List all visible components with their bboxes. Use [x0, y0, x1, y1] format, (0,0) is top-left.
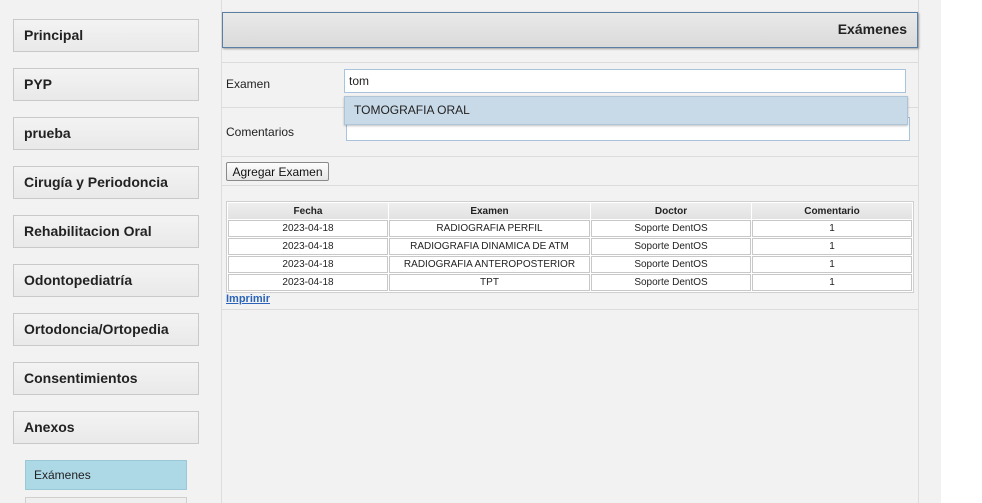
table-row: 2023-04-18 RADIOGRAFIA PERFIL Soporte De… [228, 220, 912, 237]
examen-input[interactable] [344, 69, 906, 93]
autocomplete-option[interactable]: TOMOGRAFIA ORAL [344, 96, 908, 125]
column-header-doctor: Doctor [591, 203, 751, 219]
table-row: 2023-04-18 TPT Soporte DentOS 1 [228, 274, 912, 291]
column-header-examen: Examen [389, 203, 590, 219]
sidebar-item-cirugia-periodoncia[interactable]: Cirugía y Periodoncia [13, 166, 199, 199]
cell-fecha: 2023-04-18 [228, 220, 388, 237]
cell-comentario: 1 [752, 274, 912, 291]
add-exam-button[interactable]: Agregar Examen [226, 162, 329, 181]
cell-comentario: 1 [752, 220, 912, 237]
table-header-row: Fecha Examen Doctor Comentario [228, 203, 912, 219]
sidebar-item-anexos[interactable]: Anexos [13, 411, 199, 444]
sidebar-item-rehabilitacion-oral[interactable]: Rehabilitacion Oral [13, 215, 199, 248]
cell-fecha: 2023-04-18 [228, 256, 388, 273]
sidebar-item-prueba[interactable]: prueba [13, 117, 199, 150]
table-row: 2023-04-18 RADIOGRAFIA DINAMICA DE ATM S… [228, 238, 912, 255]
cell-examen: RADIOGRAFIA ANTEROPOSTERIOR [389, 256, 590, 273]
cell-doctor: Soporte DentOS [591, 220, 751, 237]
page-title: Exámenes [222, 12, 918, 48]
divider [222, 185, 918, 186]
cell-examen: TPT [389, 274, 590, 291]
exams-table: Fecha Examen Doctor Comentario 2023-04-1… [226, 201, 914, 293]
cell-doctor: Soporte DentOS [591, 238, 751, 255]
sidebar-subitem-next[interactable] [25, 497, 187, 503]
cell-doctor: Soporte DentOS [591, 274, 751, 291]
comentarios-label: Comentarios [226, 125, 295, 139]
column-header-comentario: Comentario [752, 203, 912, 219]
cell-fecha: 2023-04-18 [228, 274, 388, 291]
cell-comentario: 1 [752, 238, 912, 255]
sidebar-item-ortodoncia-ortopedia[interactable]: Ortodoncia/Ortopedia [13, 313, 199, 346]
print-link[interactable]: Imprimir [226, 293, 270, 305]
divider [222, 309, 918, 310]
column-header-fecha: Fecha [228, 203, 388, 219]
divider [222, 156, 918, 157]
cell-doctor: Soporte DentOS [591, 256, 751, 273]
sidebar-item-pyp[interactable]: PYP [13, 68, 199, 101]
examen-label: Examen [226, 77, 271, 91]
divider [222, 62, 918, 63]
table-row: 2023-04-18 RADIOGRAFIA ANTEROPOSTERIOR S… [228, 256, 912, 273]
sidebar-item-consentimientos[interactable]: Consentimientos [13, 362, 199, 395]
cell-fecha: 2023-04-18 [228, 238, 388, 255]
right-margin [941, 0, 982, 503]
cell-examen: RADIOGRAFIA PERFIL [389, 220, 590, 237]
cell-comentario: 1 [752, 256, 912, 273]
sidebar-subitem-examenes[interactable]: Exámenes [25, 460, 187, 490]
cell-examen: RADIOGRAFIA DINAMICA DE ATM [389, 238, 590, 255]
sidebar-item-odontopediatria[interactable]: Odontopediatría [13, 264, 199, 297]
sidebar-item-principal[interactable]: Principal [13, 19, 199, 52]
